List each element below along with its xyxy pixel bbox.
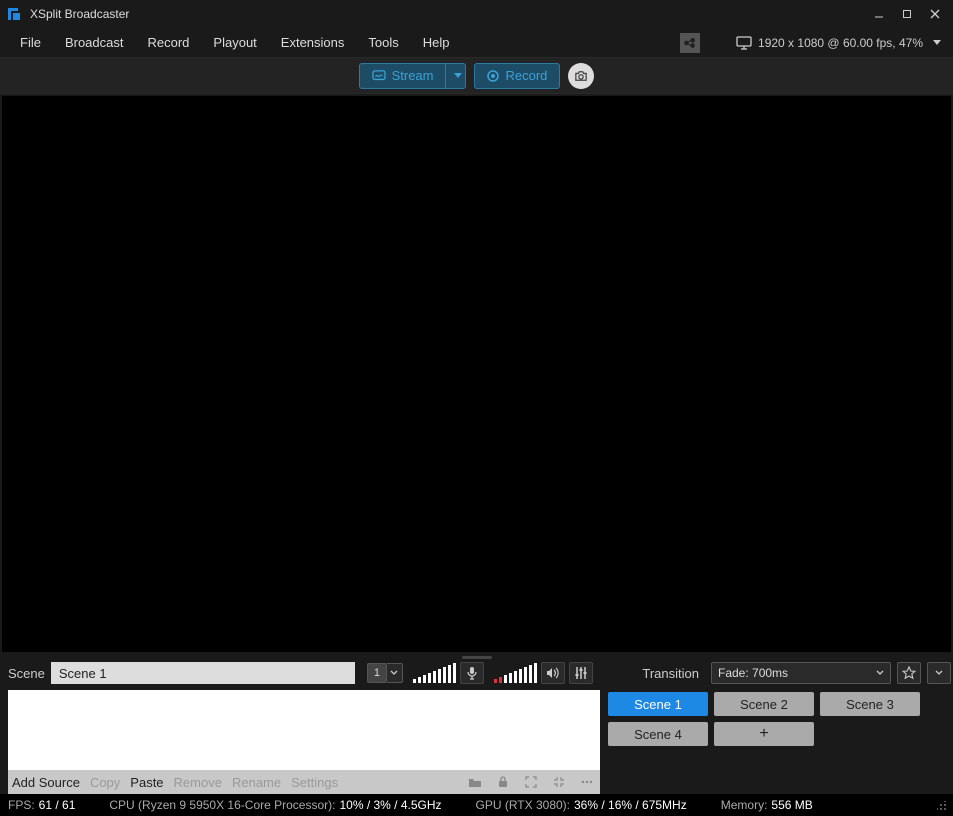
expand-icon[interactable] [522, 776, 540, 788]
lock-icon[interactable] [494, 776, 512, 788]
preview-canvas[interactable] [2, 96, 951, 652]
record-button[interactable]: Record [474, 63, 560, 89]
window-controls [865, 0, 949, 28]
add-source-button[interactable]: Add Source [12, 775, 80, 790]
lower-panel: Add Source Copy Paste Remove Rename Sett… [0, 686, 953, 794]
mic-vu-meter[interactable] [413, 663, 456, 683]
add-scene-button[interactable]: + [714, 722, 814, 746]
mic-button[interactable] [460, 662, 484, 684]
stream-dropdown[interactable] [446, 63, 466, 89]
resize-grip[interactable] [935, 799, 947, 811]
scene-control-row: Scene 1 Transition Fade: 700ms [0, 660, 953, 686]
camera-icon [574, 70, 588, 82]
menu-broadcast[interactable]: Broadcast [53, 31, 136, 54]
action-bar: Stream Record [0, 58, 953, 94]
stream-icon [372, 70, 386, 82]
sliders-icon [574, 666, 588, 680]
star-icon [902, 666, 916, 680]
status-gpu: GPU (RTX 3080): 36% / 16% / 675MHz [476, 798, 687, 812]
close-button[interactable] [921, 0, 949, 28]
screenshot-button[interactable] [568, 63, 594, 89]
stream-button-group: Stream [359, 63, 467, 89]
scene-name-input[interactable] [51, 662, 355, 684]
output-info-text: 1920 x 1080 @ 60.00 fps, 47% [758, 36, 923, 50]
speaker-icon [546, 667, 560, 679]
stream-button-label: Stream [392, 68, 434, 83]
copy-source-button[interactable]: Copy [90, 775, 120, 790]
status-memory: Memory: 556 MB [721, 798, 813, 812]
monitor-icon [736, 36, 752, 50]
speaker-vu-meter[interactable] [494, 663, 537, 683]
scene-button-2[interactable]: Scene 2 [714, 692, 814, 716]
menu-record[interactable]: Record [136, 31, 202, 54]
maximize-button[interactable] [893, 0, 921, 28]
paste-source-button[interactable]: Paste [130, 775, 163, 790]
scenes-panel: Scene 1 Scene 2 Scene 3 Scene 4 + [608, 690, 945, 794]
transition-dropdown-button[interactable] [927, 662, 951, 684]
transition-value: Fade: 700ms [718, 666, 788, 680]
scene-button-3[interactable]: Scene 3 [820, 692, 920, 716]
status-bar: FPS: 61 / 61 CPU (Ryzen 9 5950X 16-Core … [0, 794, 953, 816]
source-toolbar: Add Source Copy Paste Remove Rename Sett… [8, 770, 600, 794]
scene-preset-number[interactable]: 1 [367, 663, 387, 683]
record-icon [487, 70, 499, 82]
scene-button-4[interactable]: Scene 4 [608, 722, 708, 746]
stream-button[interactable]: Stream [359, 63, 447, 89]
source-settings-button[interactable]: Settings [291, 775, 338, 790]
menu-bar: File Broadcast Record Playout Extensions… [0, 28, 953, 58]
app-title: XSplit Broadcaster [30, 7, 129, 21]
transition-label: Transition [642, 666, 699, 681]
chevron-down-icon [933, 40, 941, 45]
more-icon[interactable] [578, 776, 596, 788]
scene-label: Scene [8, 666, 45, 681]
scene-preset-dropdown[interactable] [387, 663, 403, 683]
chevron-down-icon [935, 670, 943, 676]
status-fps: FPS: 61 / 61 [8, 798, 75, 812]
record-button-label: Record [505, 68, 547, 83]
menu-help[interactable]: Help [411, 31, 462, 54]
speaker-button[interactable] [541, 662, 565, 684]
favorite-transition-button[interactable] [897, 662, 921, 684]
share-button[interactable] [680, 33, 700, 53]
menu-file[interactable]: File [8, 31, 53, 54]
remove-source-button[interactable]: Remove [174, 775, 222, 790]
scene-button-1[interactable]: Scene 1 [608, 692, 708, 716]
collapse-icon[interactable] [550, 776, 568, 788]
app-window: XSplit Broadcaster File Broadcast Record… [0, 0, 953, 816]
minimize-button[interactable] [865, 0, 893, 28]
rename-source-button[interactable]: Rename [232, 775, 281, 790]
chevron-down-icon [454, 73, 462, 78]
output-resolution-dropdown[interactable]: 1920 x 1080 @ 60.00 fps, 47% [736, 36, 945, 50]
menu-tools[interactable]: Tools [356, 31, 410, 54]
menu-extensions[interactable]: Extensions [269, 31, 357, 54]
status-cpu: CPU (Ryzen 9 5950X 16-Core Processor): 1… [109, 798, 441, 812]
audio-mixer-button[interactable] [569, 662, 593, 684]
folder-icon[interactable] [466, 776, 484, 788]
source-panel: Add Source Copy Paste Remove Rename Sett… [8, 690, 600, 794]
chevron-down-icon [876, 670, 884, 676]
app-logo-icon [6, 6, 22, 22]
microphone-icon [466, 666, 478, 680]
transition-select[interactable]: Fade: 700ms [711, 662, 891, 684]
menu-playout[interactable]: Playout [201, 31, 268, 54]
source-list[interactable] [8, 690, 600, 770]
title-bar: XSplit Broadcaster [0, 0, 953, 28]
